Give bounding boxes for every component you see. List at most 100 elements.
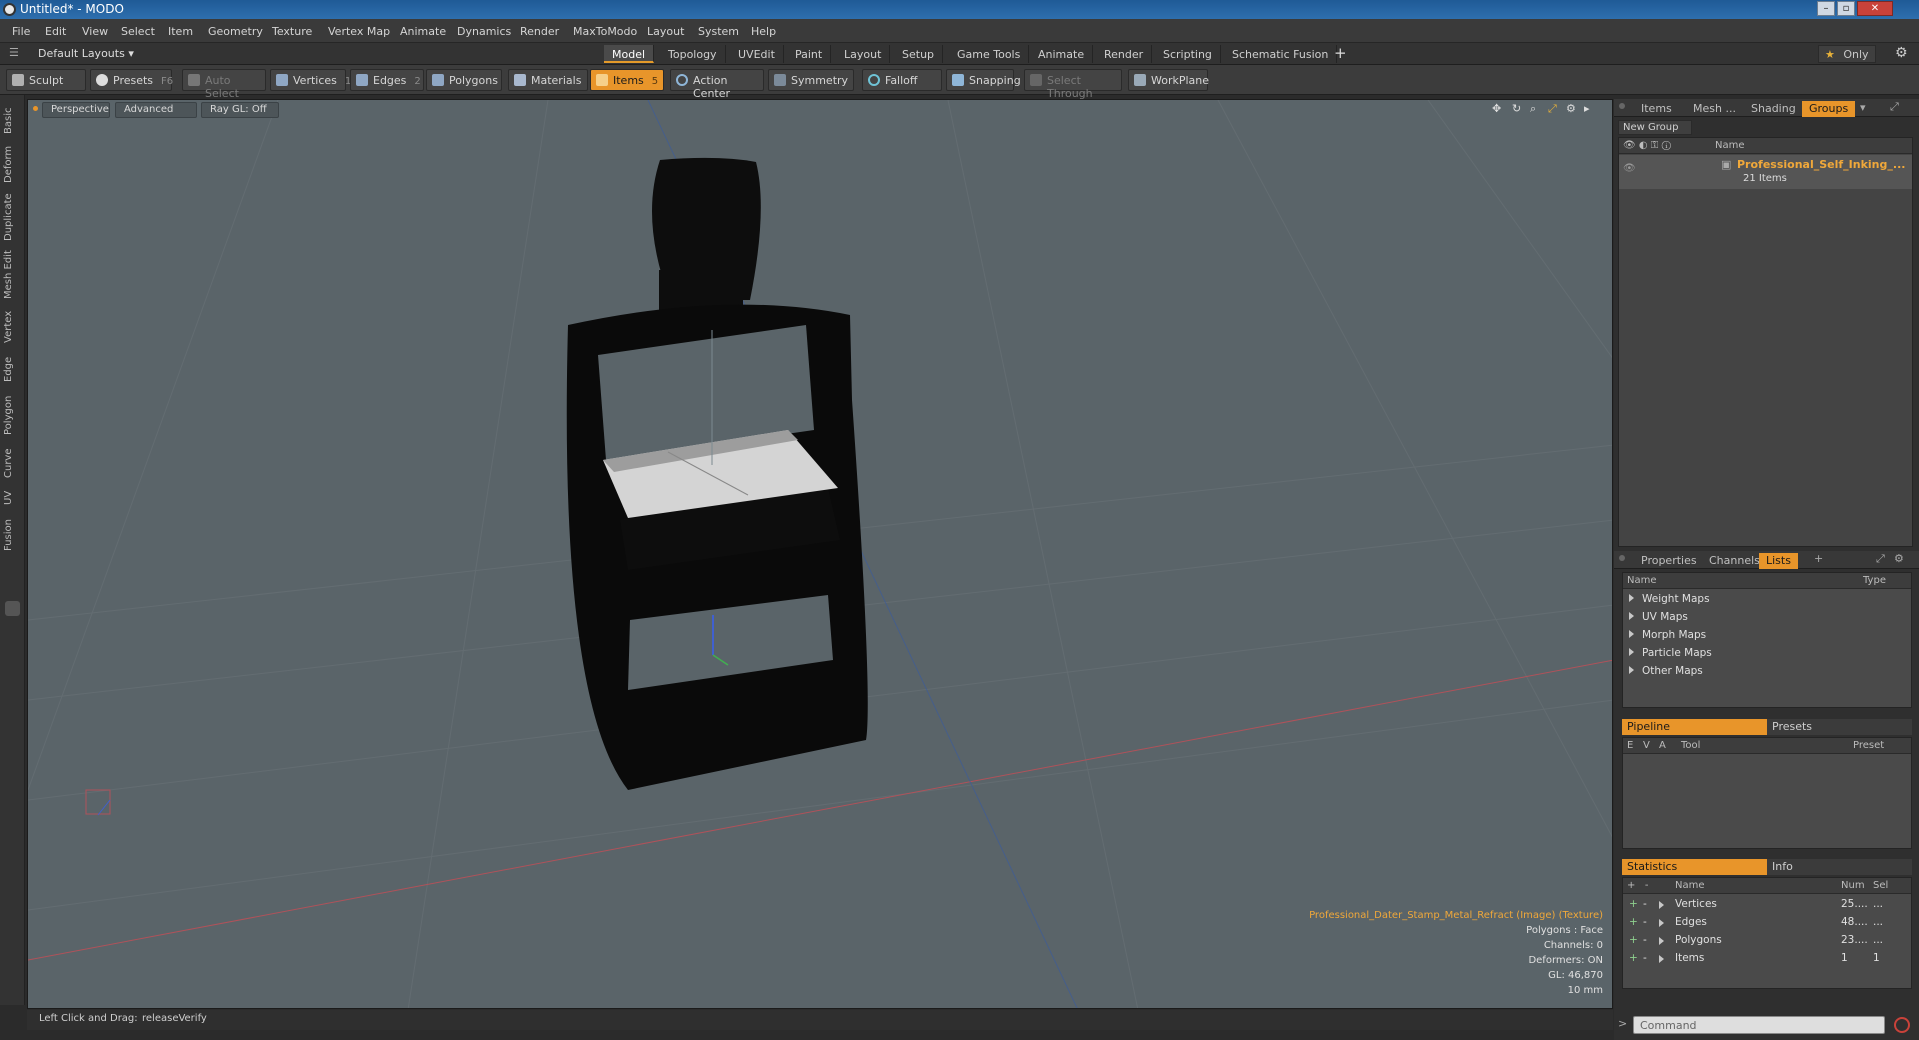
- viewport-settings-icon[interactable]: ⚙: [1566, 102, 1576, 115]
- gear-icon[interactable]: ⚙: [1895, 45, 1908, 61]
- expand-arrow-icon[interactable]: [1629, 594, 1634, 602]
- sculpt-button[interactable]: Sculpt: [6, 69, 86, 91]
- viewport-expand-icon[interactable]: ▸: [1584, 102, 1590, 115]
- expand-arrow-icon[interactable]: [1629, 612, 1634, 620]
- 3d-viewport[interactable]: Perspective Advanced Ray GL: Off ✥ ↻ ⌕ ⤢…: [27, 99, 1613, 1009]
- vtab-curve[interactable]: Curve: [3, 445, 21, 481]
- tab-groups[interactable]: Groups: [1802, 101, 1856, 117]
- tab-statistics[interactable]: Statistics: [1622, 859, 1767, 875]
- panel-popout-icon[interactable]: ⤢: [1890, 100, 1899, 114]
- rotate-icon[interactable]: ↻: [1512, 102, 1521, 115]
- menu-animate[interactable]: Animate: [400, 25, 446, 38]
- tab-scripting[interactable]: Scripting: [1155, 45, 1221, 63]
- menu-layout[interactable]: Layout: [647, 25, 684, 38]
- shading-mode-button[interactable]: Advanced: [115, 102, 197, 118]
- add-tab-icon[interactable]: +: [1334, 44, 1347, 62]
- tab-info[interactable]: Info: [1767, 859, 1912, 875]
- edges-button[interactable]: Edges 2: [350, 69, 424, 91]
- tab-game-tools[interactable]: Game Tools: [949, 45, 1030, 63]
- menu-item[interactable]: Item: [168, 25, 193, 38]
- record-icon[interactable]: [1894, 1017, 1910, 1033]
- maximize-button[interactable]: ▫: [1837, 1, 1855, 16]
- list-item[interactable]: Weight Maps: [1629, 593, 1710, 605]
- command-input[interactable]: Command: [1633, 1016, 1885, 1034]
- tab-schematic-fusion[interactable]: Schematic Fusion: [1224, 45, 1338, 63]
- vtab-vertex[interactable]: Vertex: [3, 307, 21, 347]
- toggle-panel-button[interactable]: [5, 601, 20, 616]
- tab-channels[interactable]: Channels: [1702, 553, 1767, 569]
- items-button[interactable]: Items 5: [590, 69, 664, 91]
- menu-edit[interactable]: Edit: [45, 25, 66, 38]
- menu-system[interactable]: System: [698, 25, 739, 38]
- tab-setup[interactable]: Setup: [894, 45, 944, 63]
- expand-arrow-icon[interactable]: [1629, 630, 1634, 638]
- tab-paint[interactable]: Paint: [787, 45, 832, 63]
- auto-select-button[interactable]: Auto Select: [182, 69, 266, 100]
- menu-texture[interactable]: Texture: [272, 25, 312, 38]
- stats-row[interactable]: + - Polygons 23.... ...: [1629, 934, 1909, 946]
- tab-topology[interactable]: Topology: [660, 45, 726, 63]
- action-center-button[interactable]: Action Center: [670, 69, 764, 100]
- menu-render[interactable]: Render: [520, 25, 559, 38]
- vtab-duplicate[interactable]: Duplicate: [3, 191, 21, 243]
- panel-menu-dot[interactable]: [1619, 103, 1625, 109]
- workplane-button[interactable]: WorkPlane: [1128, 69, 1209, 91]
- panel-gear-icon[interactable]: ⚙: [1894, 552, 1904, 565]
- add-tab-icon-2[interactable]: +: [1814, 552, 1823, 565]
- visibility-eye-icon[interactable]: 👁: [1623, 163, 1636, 174]
- vtab-polygon[interactable]: Polygon: [3, 391, 21, 439]
- snapping-button[interactable]: Snapping: [946, 69, 1021, 91]
- expand-arrow-icon[interactable]: [1629, 648, 1634, 656]
- vtab-mesh-edit[interactable]: Mesh Edit: [3, 249, 21, 301]
- symmetry-button[interactable]: Symmetry: [768, 69, 854, 91]
- pan-icon[interactable]: ✥: [1492, 102, 1501, 115]
- stats-row[interactable]: + - Items 1 1: [1629, 952, 1909, 964]
- list-item[interactable]: Morph Maps: [1629, 629, 1706, 641]
- view-mode-button[interactable]: Perspective: [42, 102, 110, 118]
- materials-button[interactable]: Materials: [508, 69, 588, 91]
- layout-menu-icon[interactable]: ☰: [9, 46, 19, 59]
- tab-mesh[interactable]: Mesh ...: [1686, 101, 1743, 117]
- tab-presets[interactable]: Presets: [1767, 719, 1912, 735]
- menu-dynamics[interactable]: Dynamics: [457, 25, 511, 38]
- minimize-button[interactable]: –: [1817, 1, 1835, 16]
- vtab-deform[interactable]: Deform: [3, 143, 21, 185]
- menu-file[interactable]: File: [12, 25, 30, 38]
- only-toggle[interactable]: ★ Only: [1818, 45, 1876, 63]
- menu-help[interactable]: Help: [751, 25, 776, 38]
- menu-vertex-map[interactable]: Vertex Map: [328, 25, 390, 38]
- vertices-button[interactable]: Vertices 1: [270, 69, 351, 91]
- tab-shading[interactable]: Shading: [1744, 101, 1803, 117]
- tab-uvedit[interactable]: UVEdit: [730, 45, 784, 63]
- zoom-icon[interactable]: ⌕: [1530, 102, 1536, 116]
- group-row[interactable]: 👁 ▣ Professional_Self_Inking_... 21 Item…: [1619, 155, 1912, 189]
- tab-layout[interactable]: Layout: [836, 45, 891, 63]
- polygons-button[interactable]: Polygons: [426, 69, 502, 91]
- fit-view-icon[interactable]: ⤢: [1548, 102, 1557, 116]
- falloff-button[interactable]: Falloff: [862, 69, 942, 91]
- layout-selector[interactable]: Default Layouts ▾: [38, 47, 134, 60]
- presets-button[interactable]: Presets F6: [90, 69, 173, 91]
- raygl-button[interactable]: Ray GL: Off: [201, 102, 279, 118]
- vtab-basic[interactable]: Basic: [3, 103, 21, 139]
- stats-row[interactable]: + - Edges 48.... ...: [1629, 916, 1909, 928]
- menu-view[interactable]: View: [82, 25, 108, 38]
- expand-arrow-icon[interactable]: [1629, 666, 1634, 674]
- select-through-button[interactable]: Select Through: [1024, 69, 1122, 100]
- tab-properties[interactable]: Properties: [1634, 553, 1704, 569]
- panel-popout-icon-2[interactable]: ⤢: [1876, 552, 1885, 566]
- new-group-button[interactable]: New Group: [1618, 120, 1692, 135]
- panel-dropdown-icon[interactable]: ▾: [1860, 101, 1866, 114]
- vtab-edge[interactable]: Edge: [3, 353, 21, 385]
- menu-select[interactable]: Select: [121, 25, 155, 38]
- tab-model[interactable]: Model: [604, 45, 655, 63]
- tab-render[interactable]: Render: [1096, 45, 1153, 63]
- list-item[interactable]: Other Maps: [1629, 665, 1703, 677]
- menu-maxtomodo[interactable]: MaxToModo: [573, 25, 637, 38]
- tab-pipeline[interactable]: Pipeline: [1622, 719, 1767, 735]
- list-item[interactable]: UV Maps: [1629, 611, 1688, 623]
- vtab-fusion[interactable]: Fusion: [3, 515, 21, 555]
- tab-lists[interactable]: Lists: [1759, 553, 1798, 569]
- close-window-button[interactable]: ✕: [1857, 1, 1893, 16]
- tab-items[interactable]: Items: [1634, 101, 1679, 117]
